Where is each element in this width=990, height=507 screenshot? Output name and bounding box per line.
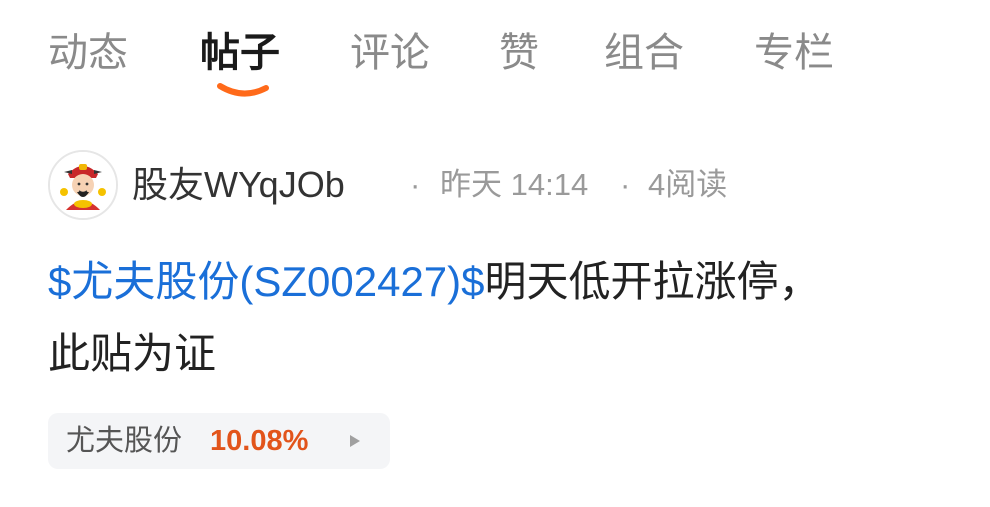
post-content-line: $尤夫股份(SZ002427)$明天低开拉涨停， (48, 246, 978, 318)
read-count: 4阅读 (648, 167, 728, 202)
tab-likes[interactable]: 赞 (499, 26, 539, 80)
meta-separator: · (410, 167, 421, 202)
author-avatar[interactable] (48, 150, 118, 220)
stock-change-percent: 10.08% (210, 425, 309, 457)
active-tab-indicator (217, 83, 269, 97)
post-text: 明天低开拉涨停， (484, 258, 821, 305)
meta-separator: · (620, 167, 631, 202)
play-triangle-icon (350, 435, 360, 447)
post-content[interactable]: $尤夫股份(SZ002427)$明天低开拉涨停， 此贴为证 (48, 246, 978, 390)
tab-columns[interactable]: 专栏 (754, 26, 834, 80)
author-name[interactable]: 股友WYqJOb (132, 160, 345, 210)
stock-name: 尤夫股份 (66, 425, 183, 457)
stock-tag-link[interactable]: $尤夫股份(SZ002427)$ (48, 258, 485, 305)
profile-tab-bar: 动态 帖子 评论 赞 组合 专栏 (0, 0, 990, 110)
caishen-avatar-icon (50, 152, 116, 218)
tab-dynamic[interactable]: 动态 (48, 26, 128, 80)
post-time: 昨天 14:14 (440, 167, 589, 202)
tab-portfolios[interactable]: 组合 (604, 26, 684, 80)
stock-quote-chip[interactable]: 尤夫股份 10.08% (48, 413, 390, 469)
tab-comments[interactable]: 评论 (350, 26, 430, 80)
tab-posts[interactable]: 帖子 (200, 26, 280, 80)
post-content-line: 此贴为证 (48, 330, 217, 377)
post-header: 股友WYqJOb · 昨天 14:14 · 4阅读 (48, 150, 948, 220)
